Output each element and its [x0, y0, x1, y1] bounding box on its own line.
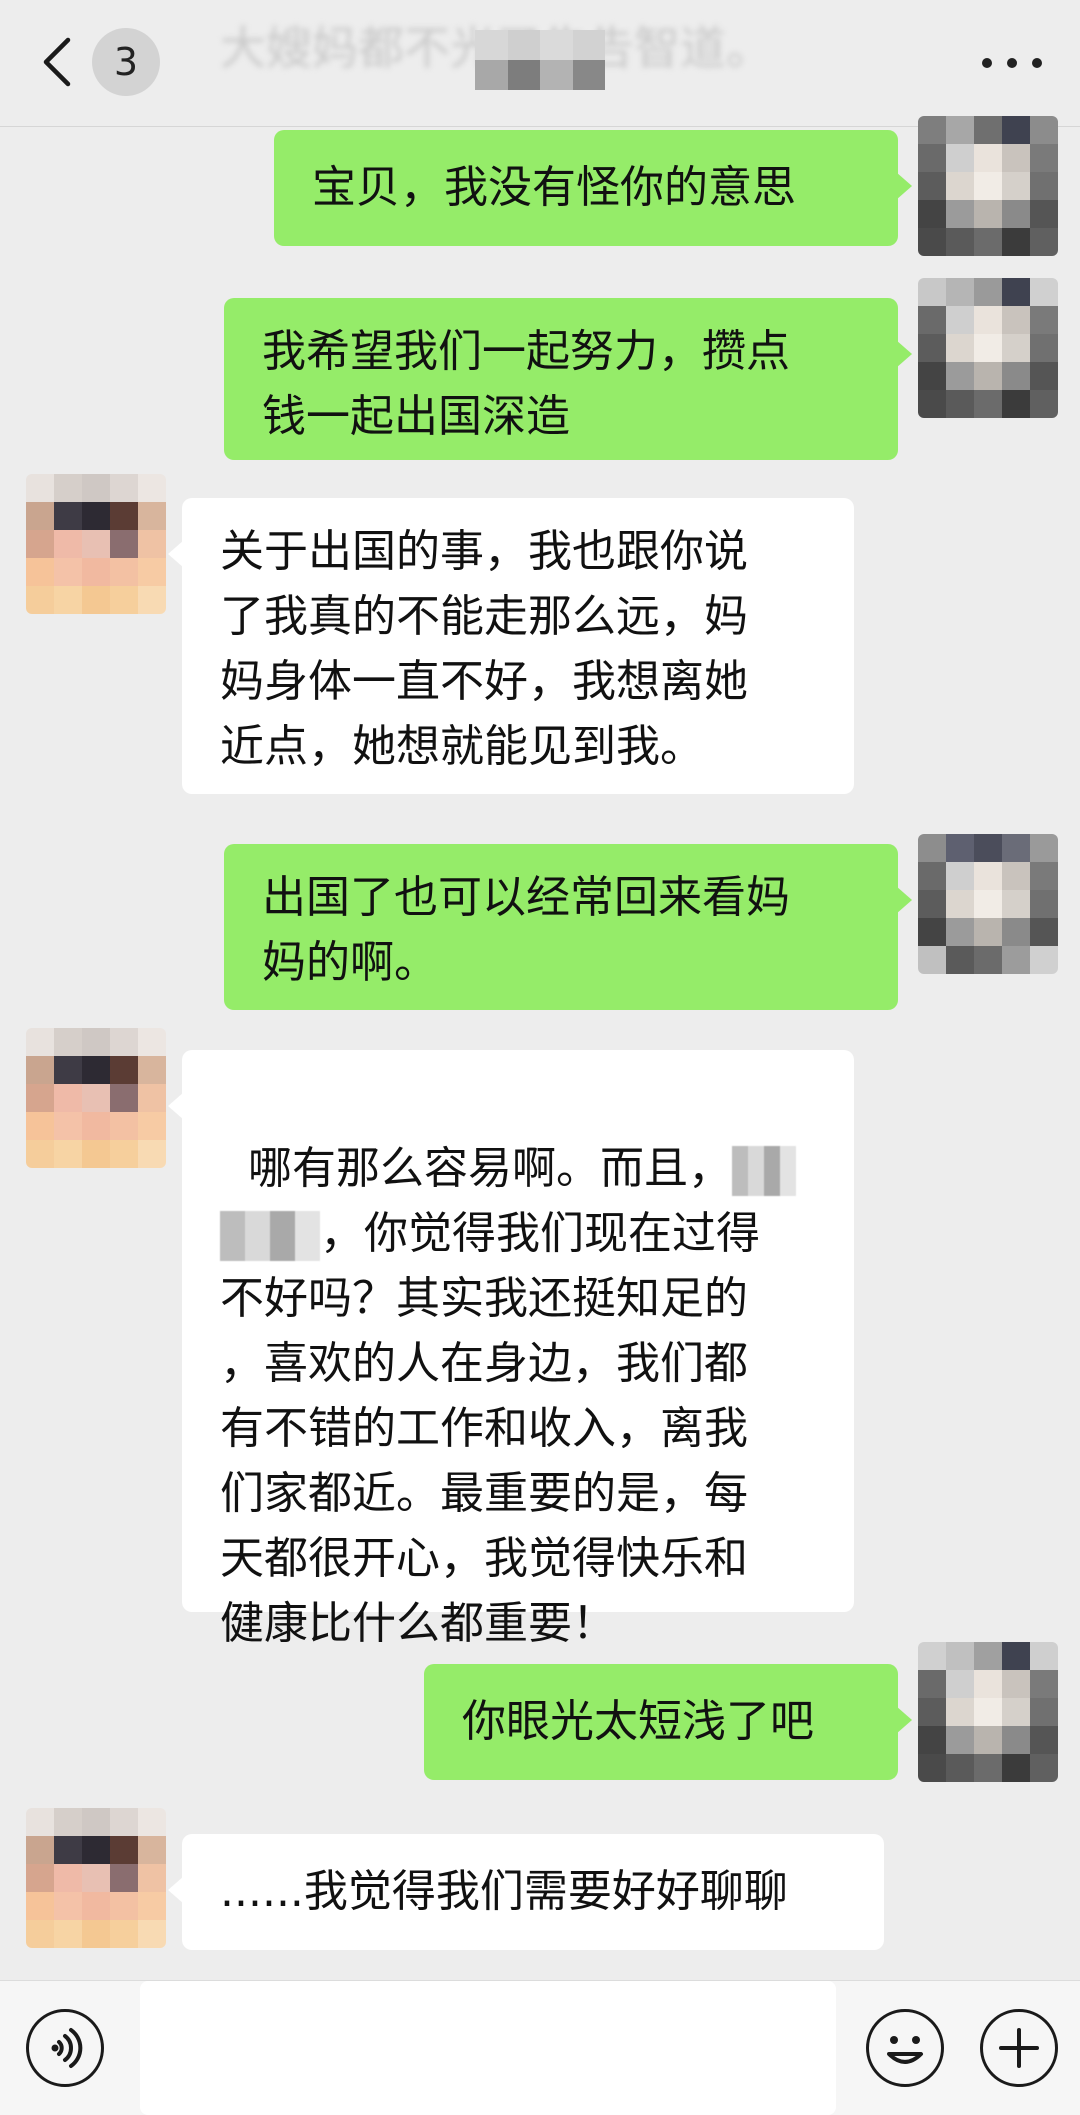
title-mosaic-redaction	[475, 30, 605, 90]
back-button[interactable]: 3	[38, 26, 168, 98]
voice-icon[interactable]	[26, 2009, 104, 2087]
message-bubble-received[interactable]: 关于出国的事，我也跟你说 了我真的不能走那么远，妈 妈身体一直不好，我想离她 近…	[168, 498, 854, 794]
more-dots-icon[interactable]	[982, 48, 1042, 78]
unread-count-badge: 3	[92, 28, 160, 96]
emoji-icon[interactable]	[866, 2009, 944, 2087]
contact-avatar[interactable]	[26, 474, 166, 614]
my-avatar[interactable]	[918, 1642, 1058, 1782]
name-mosaic-redaction	[731, 1146, 796, 1196]
message-bubble-sent[interactable]: 你眼光太短浅了吧	[424, 1664, 912, 1780]
contact-avatar[interactable]	[26, 1028, 166, 1168]
message-text: ，你觉得我们现在过得	[320, 1208, 760, 1259]
chat-title: 大嫂妈都不光了告告智道。	[180, 8, 880, 118]
message-bubble-sent[interactable]: 出国了也可以经常回来看妈 妈的啊。	[224, 844, 912, 1010]
my-avatar[interactable]	[918, 278, 1058, 418]
my-avatar[interactable]	[918, 116, 1058, 256]
message-bubble-sent[interactable]: 我希望我们一起努力，攒点 钱一起出国深造	[224, 298, 912, 460]
name-mosaic-redaction	[220, 1211, 320, 1261]
message-bubble-sent[interactable]: 宝贝，我没有怪你的意思	[274, 130, 912, 246]
my-avatar[interactable]	[918, 834, 1058, 974]
message-input[interactable]	[140, 1981, 836, 2115]
chevron-left-icon	[43, 37, 71, 87]
message-bubble-received[interactable]: ......我觉得我们需要好好聊聊	[168, 1834, 884, 1950]
message-text: 哪有那么容易啊。而且，	[247, 1143, 732, 1194]
contact-avatar[interactable]	[26, 1808, 166, 1948]
chat-header: 3 大嫂妈都不光了告告智道。	[0, 0, 1080, 127]
message-bubble-received[interactable]: 哪有那么容易啊。而且， ，你觉得我们现在过得 不好吗？其实我还挺知足的 ，喜欢的…	[168, 1050, 854, 1649]
message-text: 不好吗？其实我还挺知足的 ，喜欢的人在身边，我们都 有不错的工作和收入，离我 们…	[220, 1273, 748, 1649]
plus-icon[interactable]	[980, 2009, 1058, 2087]
input-toolbar	[0, 1980, 1080, 2115]
